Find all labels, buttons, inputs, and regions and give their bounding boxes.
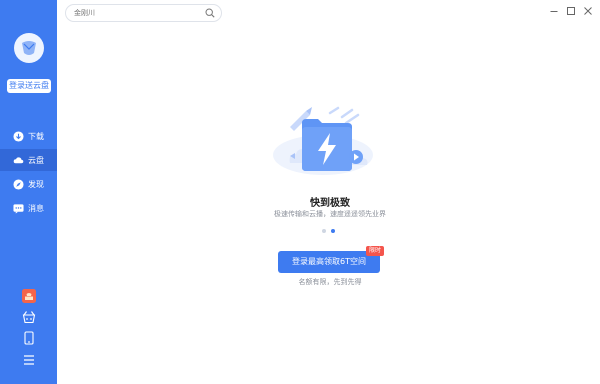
- sidebar: 登录送云盘 下载 云盘 发现 消息: [0, 0, 57, 384]
- fast-folder-illustration: [273, 106, 373, 175]
- avatar[interactable]: [14, 33, 44, 63]
- search-icon[interactable]: [205, 8, 215, 18]
- page-title: 快到极致: [310, 198, 350, 209]
- download-icon: [13, 130, 24, 142]
- carousel-dot-1[interactable]: [322, 229, 326, 233]
- bird-logo-icon: [22, 41, 36, 55]
- sidebar-item-discover[interactable]: 发现: [0, 173, 57, 195]
- crown-basket-icon[interactable]: [22, 310, 36, 324]
- page-subtitle: 极速传输和云播，速度遥遥领先业界: [274, 210, 386, 218]
- message-icon: [13, 203, 24, 214]
- sidebar-item-label: 云盘: [28, 155, 44, 165]
- sidebar-item-label: 发现: [28, 179, 44, 189]
- sidebar-item-cloud[interactable]: 云盘: [0, 149, 57, 171]
- minimize-icon[interactable]: [549, 6, 559, 16]
- limited-slots-note: 名额有限，先到先得: [298, 278, 362, 286]
- sidebar-item-download[interactable]: 下载: [0, 125, 57, 147]
- login-claim-space-button[interactable]: 登录最高领取6T空间: [278, 251, 380, 273]
- maximize-icon[interactable]: [566, 6, 576, 16]
- carousel-dot-2-active[interactable]: [331, 229, 335, 233]
- sidebar-item-label: 下载: [28, 131, 44, 141]
- login-button[interactable]: 登录送云盘: [7, 79, 51, 93]
- search-input[interactable]: [74, 5, 204, 21]
- limited-time-badge: 限时: [366, 246, 384, 256]
- gift-icon[interactable]: [22, 289, 36, 303]
- menu-icon[interactable]: [22, 353, 36, 367]
- close-icon[interactable]: [583, 6, 593, 16]
- cloud-icon: [13, 156, 24, 163]
- search-bar: [65, 4, 222, 22]
- sidebar-item-messages[interactable]: 消息: [0, 197, 57, 219]
- compass-icon: [13, 178, 24, 190]
- sidebar-item-label: 消息: [28, 203, 44, 213]
- tablet-icon[interactable]: [22, 331, 36, 345]
